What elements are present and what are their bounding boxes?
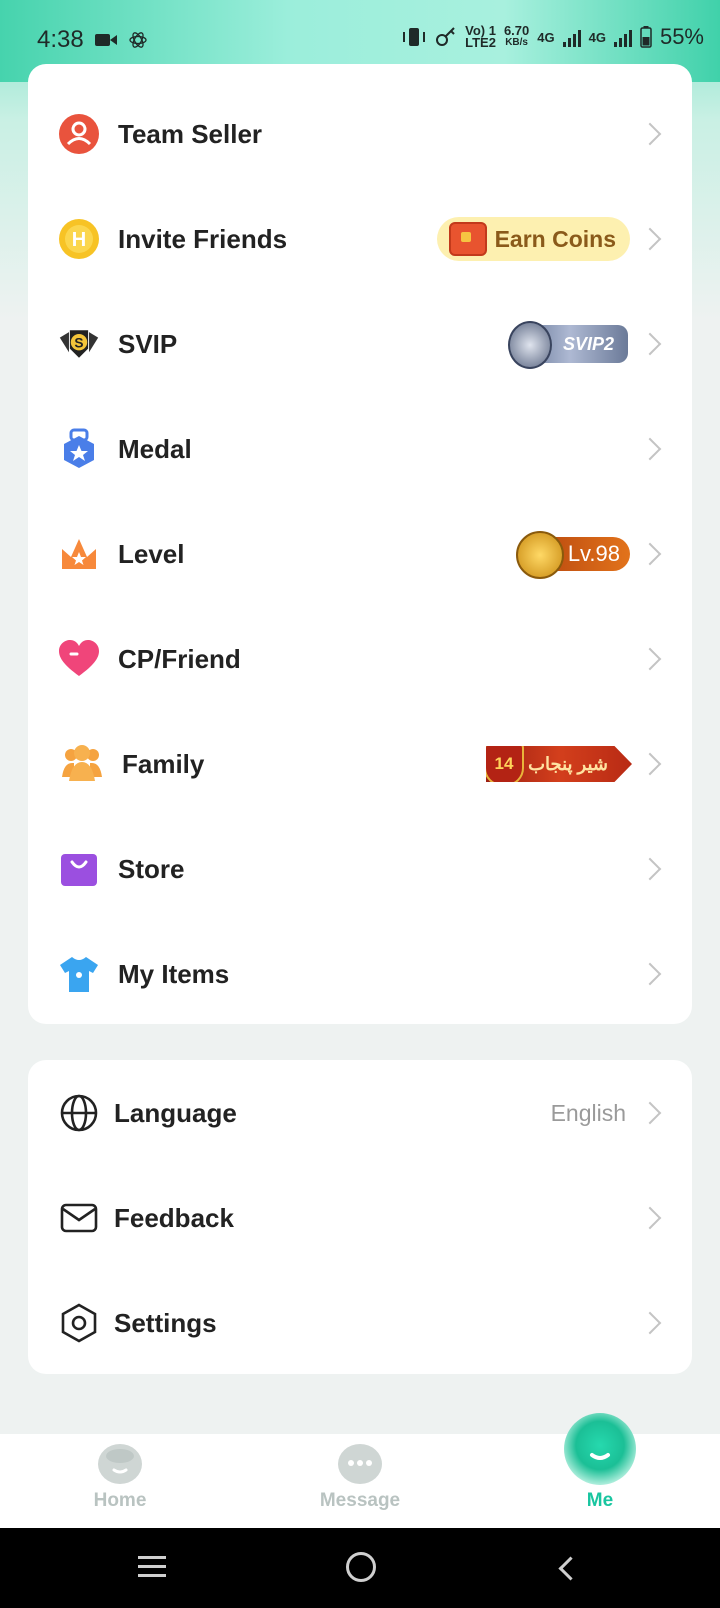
invite-coin-icon: H — [58, 218, 100, 260]
menu-item-svip[interactable]: S SVIP SVIP2 — [28, 294, 692, 394]
menu-item-my-items[interactable]: My Items — [28, 924, 692, 1024]
family-badge-label: شیر پنجاب — [528, 753, 608, 774]
level-badge-label: Lv.98 — [567, 541, 620, 566]
chevron-right-icon — [638, 437, 662, 461]
chevron-right-icon — [638, 647, 662, 671]
chevron-right-icon — [638, 752, 662, 776]
tab-label: Message — [319, 1490, 401, 1511]
menu-item-team-seller[interactable]: Team Seller — [28, 84, 692, 184]
menu-item-label: My Items — [118, 958, 230, 989]
me-icon[interactable] — [564, 1413, 636, 1485]
svg-text:H: H — [72, 229, 86, 251]
menu-item-feedback[interactable]: Feedback — [28, 1168, 692, 1268]
medal-icon — [58, 428, 100, 470]
tab-message[interactable]: Message — [290, 1434, 430, 1528]
tab-label: Me — [586, 1490, 614, 1511]
svip-badge-label: SVIP2 — [562, 333, 614, 354]
chevron-right-icon — [638, 227, 662, 251]
atom-icon — [129, 32, 147, 48]
recent-apps-icon[interactable] — [138, 1556, 166, 1583]
family-badge: 14 شیر پنجاب — [486, 746, 632, 782]
status-time: 4:38 — [37, 26, 84, 53]
signal-icon-2 — [613, 27, 632, 47]
family-level-emblem: 14 — [486, 746, 524, 782]
menu-item-label: Language — [114, 1097, 237, 1128]
chevron-right-icon — [638, 1206, 662, 1230]
profile-menu-card: Team Seller H Invite Friends Earn Coins … — [28, 64, 692, 1024]
globe-icon — [58, 1092, 100, 1134]
back-icon[interactable] — [558, 1556, 583, 1581]
speed-unit: KB/s — [505, 37, 528, 48]
shirt-icon — [58, 953, 100, 995]
chevron-right-icon — [638, 1311, 662, 1335]
menu-item-level[interactable]: Level Lv.98 — [28, 504, 692, 604]
language-value: English — [550, 1099, 626, 1126]
speed-value: 6.70 — [503, 23, 530, 38]
menu-item-store[interactable]: Store — [28, 819, 692, 919]
menu-item-label: SVIP — [118, 328, 178, 359]
menu-item-label: Level — [118, 538, 185, 569]
menu-item-label: CP/Friend — [118, 643, 241, 674]
menu-item-label: Feedback — [114, 1202, 234, 1233]
chevron-right-icon — [638, 122, 662, 146]
video-camera-icon — [94, 34, 117, 46]
sim1-label: 4G — [537, 29, 555, 45]
key-icon — [436, 27, 455, 46]
menu-item-cp-friend[interactable]: CP/Friend — [28, 609, 692, 709]
tab-label: Home — [93, 1490, 147, 1511]
level-badge: Lv.98 — [516, 531, 630, 579]
battery-percent: 55% — [659, 24, 704, 49]
sim2-label: 4G — [588, 29, 606, 45]
chevron-right-icon — [638, 962, 662, 986]
battery-icon — [640, 26, 652, 48]
svip-shield-icon: S — [58, 323, 100, 365]
tab-home[interactable]: Home — [50, 1434, 190, 1528]
menu-item-label: Medal — [118, 433, 192, 464]
menu-item-label: Family — [122, 748, 205, 779]
earn-coins-label: Earn Coins — [494, 225, 616, 252]
vibrate-icon — [403, 28, 426, 46]
menu-item-label: Settings — [114, 1307, 217, 1338]
chevron-right-icon — [638, 857, 662, 881]
home-icon — [98, 1444, 142, 1484]
store-bag-icon — [58, 848, 100, 890]
network-label: LTE2 — [465, 35, 496, 50]
level-emblem-icon — [516, 531, 564, 579]
treasure-chest-icon — [448, 222, 487, 256]
chevron-right-icon — [638, 542, 662, 566]
signal-icon — [562, 27, 581, 47]
menu-item-settings[interactable]: Settings — [28, 1273, 692, 1373]
crown-icon — [58, 533, 100, 575]
settings-icon — [58, 1302, 100, 1344]
heart-icon — [58, 638, 100, 680]
svip-level-badge: SVIP2 — [508, 321, 628, 369]
chevron-right-icon — [638, 332, 662, 356]
message-icon — [338, 1444, 382, 1484]
family-icon — [60, 743, 104, 785]
earn-coins-badge[interactable]: Earn Coins — [436, 217, 630, 261]
menu-item-label: Store — [118, 853, 185, 884]
home-button-icon[interactable] — [346, 1552, 376, 1582]
menu-item-language[interactable]: Language English — [28, 1063, 692, 1163]
menu-item-label: Invite Friends — [118, 223, 288, 254]
menu-item-invite-friends[interactable]: H Invite Friends Earn Coins — [28, 189, 692, 289]
settings-menu-card: Language English Feedback Settings — [28, 1060, 692, 1374]
chevron-right-icon — [638, 1101, 662, 1125]
svg-text:S: S — [74, 336, 83, 351]
system-navigation-bar — [0, 1528, 720, 1608]
mail-icon — [58, 1197, 100, 1239]
menu-item-label: Team Seller — [118, 118, 263, 149]
eagle-emblem-icon — [508, 321, 552, 369]
menu-item-family[interactable]: Family 14 شیر پنجاب — [28, 714, 692, 814]
team-seller-icon — [58, 113, 100, 155]
menu-item-medal[interactable]: Medal — [28, 399, 692, 499]
